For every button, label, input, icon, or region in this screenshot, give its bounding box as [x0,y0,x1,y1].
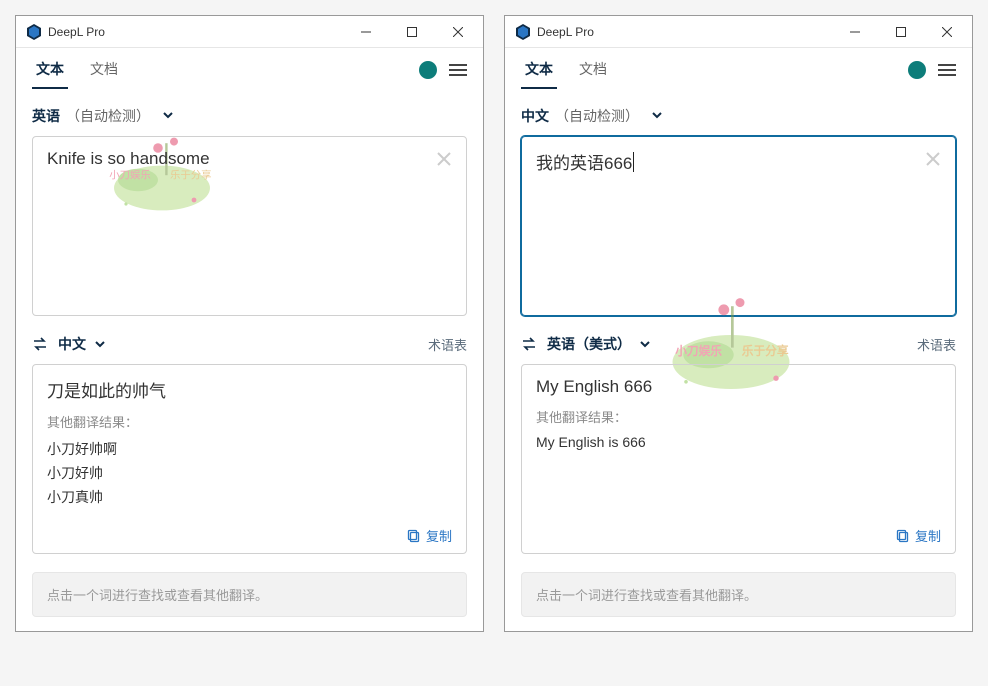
app-icon [515,24,531,40]
source-language-label: 英语 [32,106,60,126]
dictionary-hint[interactable]: 点击一个词进行查找或查看其他翻译。 [521,572,956,617]
status-indicator[interactable] [419,61,437,79]
app-title: DeepL Pro [537,25,832,39]
menu-button[interactable] [938,64,956,76]
clear-button[interactable] [432,147,456,171]
copy-button[interactable]: 复制 [407,526,452,545]
tabbar: 文本 文档 [16,48,483,92]
chevron-down-icon [651,108,663,124]
target-language-selector[interactable]: 中文 [58,334,106,354]
copy-icon [896,529,910,543]
app-title: DeepL Pro [48,25,343,39]
source-language-selector[interactable]: 英语 （自动检测） [32,100,467,136]
target-language-label: 英语（美式） [547,334,631,354]
translation-result-box: 刀是如此的帅气 其他翻译结果： 小刀好帅啊 小刀好帅 小刀真帅 复制 [32,364,467,554]
close-button[interactable] [435,17,481,47]
app-icon [26,24,42,40]
minimize-button[interactable] [343,17,389,47]
alternatives-label: 其他翻译结果： [536,407,941,426]
glossary-link[interactable]: 术语表 [917,335,956,354]
alt-translation[interactable]: 小刀真帅 [47,485,452,509]
glossary-link[interactable]: 术语表 [428,335,467,354]
source-language-selector[interactable]: 中文 （自动检测） [521,100,956,136]
svg-text:乐于分享: 乐于分享 [742,344,789,358]
maximize-button[interactable] [878,17,924,47]
source-text-value: Knife is so handsome [47,149,210,168]
source-text-input[interactable]: Knife is so handsome [32,136,467,316]
status-indicator[interactable] [908,61,926,79]
copy-label: 复制 [426,526,452,545]
dictionary-hint[interactable]: 点击一个词进行查找或查看其他翻译。 [32,572,467,617]
alt-translation[interactable]: 小刀好帅啊 [47,437,452,461]
svg-text:小刀娱乐: 小刀娱乐 [674,344,722,358]
app-window-right: DeepL Pro 文本 文档 中文 （自动检测） 我的英语666 [504,15,973,632]
target-language-selector[interactable]: 英语（美式） [547,334,651,354]
target-language-label: 中文 [58,334,86,354]
tab-document[interactable]: 文档 [86,51,122,89]
menu-button[interactable] [449,64,467,76]
app-window-left: DeepL Pro 文本 文档 英语 （自动检测） [15,15,484,632]
close-button[interactable] [924,17,970,47]
source-text-value: 我的英语666 [536,154,632,173]
auto-detect-label: （自动检测） [555,106,639,126]
alt-translation[interactable]: 小刀好帅 [47,461,452,485]
translation-result-box: My English 666 其他翻译结果： My English is 666… [521,364,956,554]
tab-text[interactable]: 文本 [32,51,68,89]
window-controls [832,17,970,47]
tab-text[interactable]: 文本 [521,51,557,89]
maximize-button[interactable] [389,17,435,47]
titlebar: DeepL Pro [505,16,972,48]
clear-button[interactable] [921,147,945,171]
chevron-down-icon [639,338,651,350]
chevron-down-icon [162,108,174,124]
swap-languages-button[interactable] [521,336,537,352]
chevron-down-icon [94,338,106,350]
source-text-input[interactable]: 我的英语666 [521,136,956,316]
source-language-label: 中文 [521,106,549,126]
copy-icon [407,529,421,543]
minimize-button[interactable] [832,17,878,47]
swap-languages-button[interactable] [32,336,48,352]
main-translation[interactable]: My English 666 [536,377,941,397]
text-cursor [633,152,634,172]
tab-document[interactable]: 文档 [575,51,611,89]
tabbar: 文本 文档 [505,48,972,92]
main-translation[interactable]: 刀是如此的帅气 [47,377,452,402]
copy-label: 复制 [915,526,941,545]
copy-button[interactable]: 复制 [896,526,941,545]
titlebar: DeepL Pro [16,16,483,48]
alternatives-label: 其他翻译结果： [47,412,452,431]
window-controls [343,17,481,47]
alt-translation[interactable]: My English is 666 [536,432,941,452]
auto-detect-label: （自动检测） [66,106,150,126]
